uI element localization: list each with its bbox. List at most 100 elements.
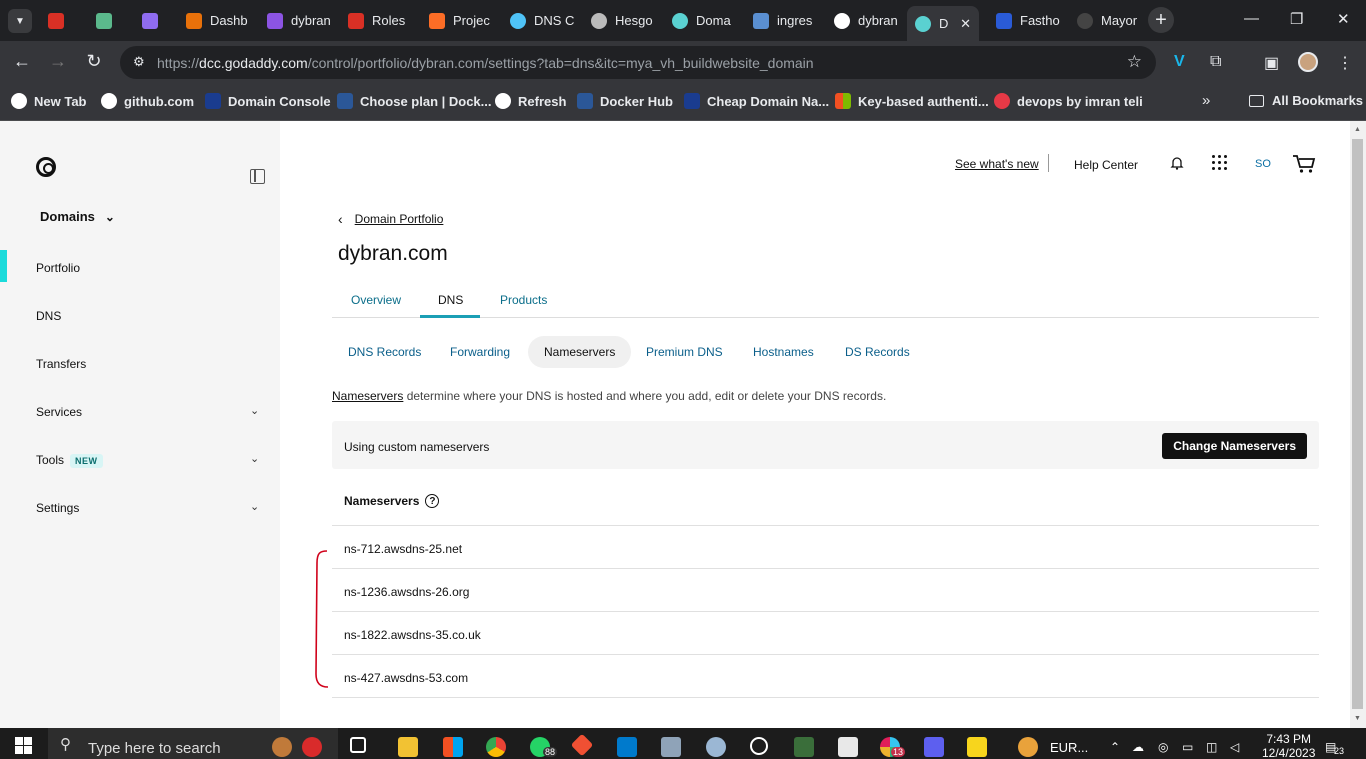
- app-icon[interactable]: [838, 737, 858, 757]
- photos-icon[interactable]: [661, 737, 681, 757]
- windows-start-icon[interactable]: [15, 737, 32, 754]
- bookmark-item[interactable]: github.com: [101, 93, 194, 109]
- system-clock[interactable]: 7:43 PM 12/4/2023: [1262, 732, 1315, 759]
- address-bar[interactable]: ⚙ https://dcc.godaddy.com/control/portfo…: [120, 46, 1156, 79]
- meet-now-icon[interactable]: ◎: [1158, 740, 1168, 754]
- vimeo-extension-icon[interactable]: V: [1174, 53, 1185, 71]
- subtab-nameservers[interactable]: Nameservers: [528, 336, 632, 368]
- browser-tab[interactable]: Roles: [340, 6, 422, 35]
- browser-tab[interactable]: [40, 6, 80, 35]
- extensions-puzzle-icon[interactable]: ⧉: [1210, 53, 1221, 71]
- whats-new-link[interactable]: See what's new: [955, 157, 1039, 171]
- close-window-icon[interactable]: ✕: [1337, 10, 1350, 28]
- sticky-notes-icon[interactable]: [967, 737, 987, 757]
- url-text[interactable]: https://dcc.godaddy.com/control/portfoli…: [157, 55, 814, 71]
- help-center-link[interactable]: Help Center: [1074, 158, 1138, 172]
- onedrive-cloud-icon[interactable]: ☁: [1132, 740, 1144, 754]
- reload-icon[interactable]: ↻: [83, 51, 105, 72]
- chrome-icon[interactable]: [486, 737, 506, 757]
- notifications-bell-icon[interactable]: [1170, 156, 1184, 170]
- more-bookmarks-chevron-icon[interactable]: »: [1202, 92, 1210, 109]
- bookmark-item[interactable]: Choose plan | Dock...: [337, 93, 492, 109]
- browser-tab[interactable]: [134, 6, 174, 35]
- back-arrow-icon[interactable]: ←: [11, 51, 33, 72]
- all-bookmarks-button[interactable]: All Bookmarks: [1249, 93, 1363, 108]
- back-to-portfolio-link[interactable]: ‹ Domain Portfolio: [338, 211, 443, 227]
- browser-tab[interactable]: [88, 6, 128, 35]
- microsoft-store-icon[interactable]: [443, 737, 463, 757]
- browser-tab[interactable]: DNS C: [502, 6, 584, 35]
- scroll-up-icon[interactable]: ▲: [1354, 126, 1361, 133]
- site-info-icon[interactable]: ⚙: [133, 54, 145, 70]
- snipping-tool-icon[interactable]: [706, 737, 726, 757]
- battery-icon[interactable]: ▭: [1182, 740, 1193, 754]
- account-initials[interactable]: SO: [1255, 158, 1271, 170]
- tab-products[interactable]: Products: [500, 293, 547, 307]
- tab-dns[interactable]: DNS: [438, 293, 463, 307]
- tab-overview[interactable]: Overview: [351, 293, 401, 307]
- change-nameservers-button[interactable]: Change Nameservers: [1162, 433, 1307, 459]
- side-panel-icon[interactable]: ▣: [1264, 53, 1279, 73]
- chevron-up-icon[interactable]: ⌃: [1110, 740, 1120, 754]
- browser-tab[interactable]: Doma: [664, 6, 746, 35]
- product-switcher[interactable]: Domains ⌄: [40, 209, 115, 224]
- bookmark-item[interactable]: Cheap Domain Na...: [684, 93, 829, 109]
- network-icon[interactable]: ◫: [1206, 740, 1217, 754]
- browser-tab[interactable]: Hesgo: [583, 6, 665, 35]
- browser-tab[interactable]: dybran: [259, 6, 341, 35]
- sidebar-item-services[interactable]: Services: [36, 405, 82, 419]
- bookmark-item[interactable]: Refresh: [495, 93, 566, 109]
- vscode-icon[interactable]: [617, 737, 637, 757]
- nameservers-help-link[interactable]: Nameservers: [332, 389, 403, 403]
- browser-tab[interactable]: Fastho: [988, 6, 1070, 35]
- page-scrollbar[interactable]: ▲ ▼: [1350, 121, 1366, 728]
- forward-arrow-icon[interactable]: →: [47, 51, 69, 72]
- browser-tab[interactable]: dybran: [826, 6, 908, 35]
- browser-tab[interactable]: Dashb: [178, 6, 260, 35]
- scrollbar-thumb[interactable]: [1352, 139, 1363, 709]
- new-tab-button[interactable]: +: [1148, 7, 1174, 33]
- sidebar-item-tools[interactable]: Tools NEW: [36, 453, 103, 468]
- sidebar-item-portfolio[interactable]: Portfolio: [36, 261, 80, 275]
- browser-tab[interactable]: Mayor: [1069, 6, 1139, 35]
- sidebar-item-transfers[interactable]: Transfers: [36, 357, 86, 371]
- tab-search-button[interactable]: ▼: [8, 9, 32, 33]
- sidebar-item-dns[interactable]: DNS: [36, 309, 61, 323]
- sidebar-item-settings[interactable]: Settings: [36, 501, 79, 515]
- browser-tab[interactable]: Projec: [421, 6, 503, 35]
- screen-capture-icon[interactable]: [794, 737, 814, 757]
- app-icon[interactable]: [924, 737, 944, 757]
- weather-icon[interactable]: [1018, 737, 1038, 757]
- browser-tab[interactable]: ingres: [745, 6, 827, 35]
- subtab-ds-records[interactable]: DS Records: [845, 336, 910, 368]
- godaddy-logo[interactable]: [36, 157, 56, 177]
- bookmark-item[interactable]: Domain Console: [205, 93, 331, 109]
- chevron-down-icon[interactable]: ⌄: [250, 500, 259, 513]
- media-player-icon[interactable]: [750, 737, 768, 755]
- git-icon[interactable]: [570, 733, 594, 757]
- subtab-hostnames[interactable]: Hostnames: [753, 336, 814, 368]
- collapse-sidebar-icon[interactable]: [250, 169, 265, 184]
- subtab-dns-records[interactable]: DNS Records: [348, 336, 421, 368]
- bookmark-item[interactable]: New Tab: [11, 93, 87, 109]
- profile-avatar[interactable]: [1298, 52, 1318, 72]
- chevron-down-icon[interactable]: ⌄: [250, 404, 259, 417]
- subtab-forwarding[interactable]: Forwarding: [450, 336, 510, 368]
- bookmark-item[interactable]: devops by imran teli: [994, 93, 1143, 109]
- help-question-icon[interactable]: ?: [425, 494, 440, 508]
- ornament-icon[interactable]: [302, 737, 322, 757]
- close-tab-icon[interactable]: ✕: [960, 16, 971, 32]
- bookmark-item[interactable]: Key-based authenti...: [835, 93, 989, 109]
- shopping-cart-icon[interactable]: [1292, 154, 1316, 174]
- restore-icon[interactable]: ❐: [1290, 10, 1303, 28]
- bookmark-item[interactable]: Docker Hub: [577, 93, 673, 109]
- chevron-down-icon[interactable]: ⌄: [250, 452, 259, 465]
- weather-label[interactable]: EUR...: [1050, 740, 1088, 755]
- taskbar-search[interactable]: ⚲ Type here to search: [48, 728, 338, 759]
- task-view-icon[interactable]: [350, 737, 366, 753]
- browser-tab-active[interactable]: D ✕: [907, 6, 979, 41]
- file-explorer-icon[interactable]: [398, 737, 418, 757]
- chrome-menu-icon[interactable]: ⋮: [1337, 53, 1353, 73]
- scroll-down-icon[interactable]: ▼: [1354, 715, 1361, 722]
- apps-grid-icon[interactable]: [1212, 155, 1227, 170]
